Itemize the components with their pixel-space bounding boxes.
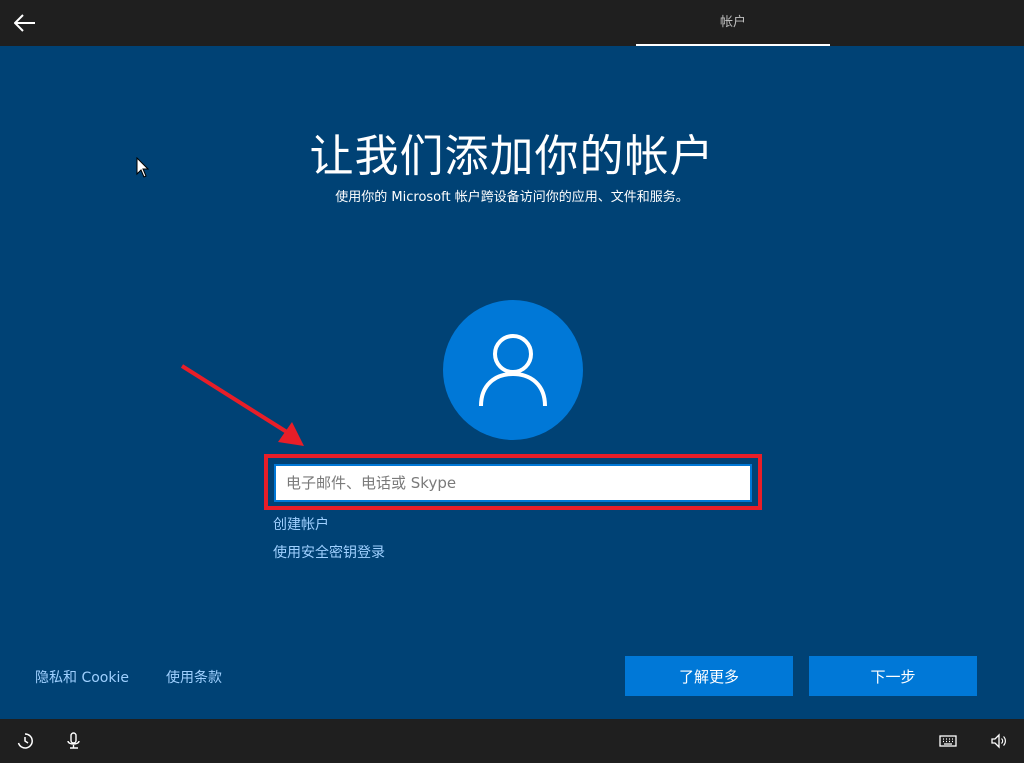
page-title: 让我们添加你的帐户 xyxy=(309,131,715,182)
tab-account-label: 帐户 xyxy=(719,15,746,30)
keyboard-button[interactable] xyxy=(938,731,958,751)
terms-of-use-link[interactable]: 使用条款 xyxy=(166,667,222,687)
back-arrow-icon xyxy=(14,14,35,32)
ease-of-access-button[interactable] xyxy=(15,731,35,751)
create-account-link[interactable]: 创建帐户 xyxy=(273,514,329,534)
annotation-arrow xyxy=(180,364,304,446)
keyboard-icon xyxy=(939,735,957,747)
volume-icon xyxy=(991,733,1006,749)
tab-account: 帐户 xyxy=(636,0,830,46)
ease-of-access-icon xyxy=(17,733,33,749)
volume-button[interactable] xyxy=(989,731,1009,751)
privacy-cookie-link[interactable]: 隐私和 Cookie xyxy=(35,667,129,687)
next-button[interactable]: 下一步 xyxy=(809,656,977,696)
user-icon xyxy=(479,334,547,407)
microphone-button[interactable] xyxy=(64,731,84,751)
avatar xyxy=(443,300,583,440)
top-bar: 帐户 xyxy=(0,0,1024,46)
learn-more-button[interactable]: 了解更多 xyxy=(625,656,793,696)
main-panel: 让我们添加你的帐户 使用你的 Microsoft 帐户跨设备访问你的应用、文件和… xyxy=(0,46,1024,719)
page-subtitle: 使用你的 Microsoft 帐户跨设备访问你的应用、文件和服务。 xyxy=(335,190,689,205)
mouse-cursor-icon xyxy=(136,157,150,178)
back-button[interactable] xyxy=(10,8,40,38)
bottom-taskbar xyxy=(0,719,1024,763)
security-key-signin-link[interactable]: 使用安全密钥登录 xyxy=(273,542,385,562)
microphone-icon xyxy=(67,732,80,749)
email-field[interactable] xyxy=(274,464,752,502)
